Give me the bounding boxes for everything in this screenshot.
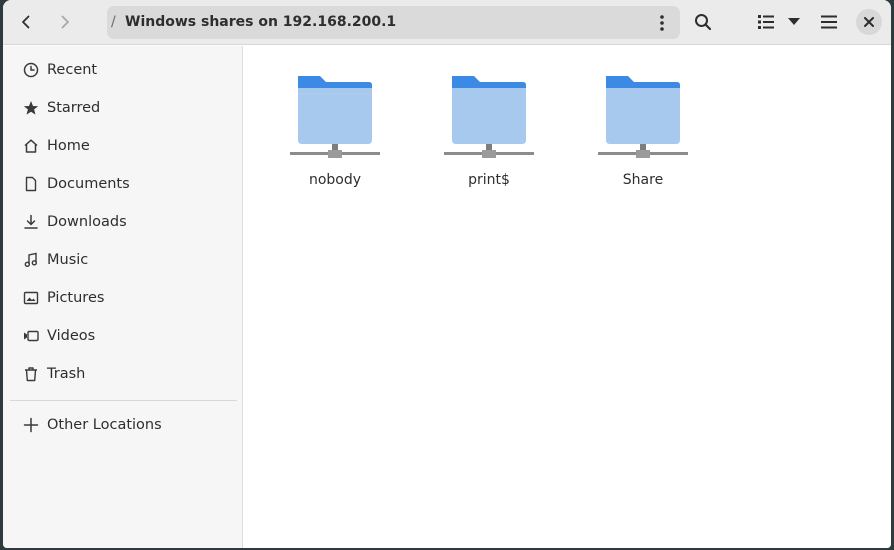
network-folder-icon [444,76,534,158]
go-next-icon [61,15,69,29]
file-manager-window: / Windows shares on 192.168.200.1 Recent… [3,0,891,548]
network-folder-icon [290,76,380,158]
clock-icon [22,61,40,79]
pan-down-icon [788,18,800,25]
file-name: Share [622,172,664,188]
view-button[interactable] [749,6,783,38]
sidebar-item-label: Documents [47,176,130,192]
sidebar-item-label: Other Locations [47,417,162,433]
search-button[interactable] [686,6,720,38]
home-icon [22,137,40,155]
back-button[interactable] [9,6,43,38]
path-bar[interactable]: / Windows shares on 192.168.200.1 [107,6,680,39]
file-view[interactable]: nobody print$ Share [244,46,891,548]
view-list-icon [758,15,774,29]
window-close-icon [864,17,874,27]
sidebar-item-trash[interactable]: Trash [3,356,243,392]
file-name: print$ [468,172,510,188]
sidebar-item-label: Starred [47,100,101,116]
music-icon [22,251,40,269]
star-icon [22,99,40,117]
sidebar-item-recent[interactable]: Recent [3,52,243,88]
sidebar-item-label: Videos [47,328,96,344]
sidebar-item-starred[interactable]: Starred [3,90,243,126]
go-previous-icon [22,15,30,29]
sidebar-item-pictures[interactable]: Pictures [3,280,243,316]
view-options-button[interactable] [779,6,809,38]
sidebar-item-home[interactable]: Home [3,128,243,164]
network-folder-icon [598,76,688,158]
sidebar-item-documents[interactable]: Documents [3,166,243,202]
sidebar: Recent Starred Home Documents Downloads [3,46,243,548]
sidebar-item-music[interactable]: Music [3,242,243,278]
close-button[interactable] [856,9,882,35]
path-separator: / [111,14,116,30]
file-name: nobody [308,172,362,188]
trash-icon [22,365,40,383]
picture-icon [22,289,40,307]
file-item-print[interactable]: print$ [429,74,549,194]
headerbar: / Windows shares on 192.168.200.1 [3,0,891,45]
sidebar-item-downloads[interactable]: Downloads [3,204,243,240]
file-item-nobody[interactable]: nobody [275,74,395,194]
sidebar-item-label: Home [47,138,90,154]
main-menu-button[interactable] [812,6,846,38]
forward-button[interactable] [48,6,82,38]
sidebar-item-label: Recent [47,62,98,78]
sidebar-item-label: Pictures [47,290,105,306]
video-icon [22,327,40,345]
sidebar-item-label: Trash [47,366,86,382]
download-icon [22,213,40,231]
document-icon [22,175,40,193]
view-more-vertical-icon [660,14,664,31]
sidebar-item-label: Music [47,252,89,268]
sidebar-item-other-locations[interactable]: Other Locations [3,407,243,443]
location-label[interactable]: Windows shares on 192.168.200.1 [125,6,396,39]
sidebar-item-label: Downloads [47,214,127,230]
sidebar-separator [10,400,237,401]
sidebar-item-videos[interactable]: Videos [3,318,243,354]
search-icon [695,14,712,31]
open-menu-icon [821,15,837,29]
plus-icon [22,416,40,434]
path-menu-button[interactable] [650,10,674,35]
file-item-share[interactable]: Share [583,74,703,194]
